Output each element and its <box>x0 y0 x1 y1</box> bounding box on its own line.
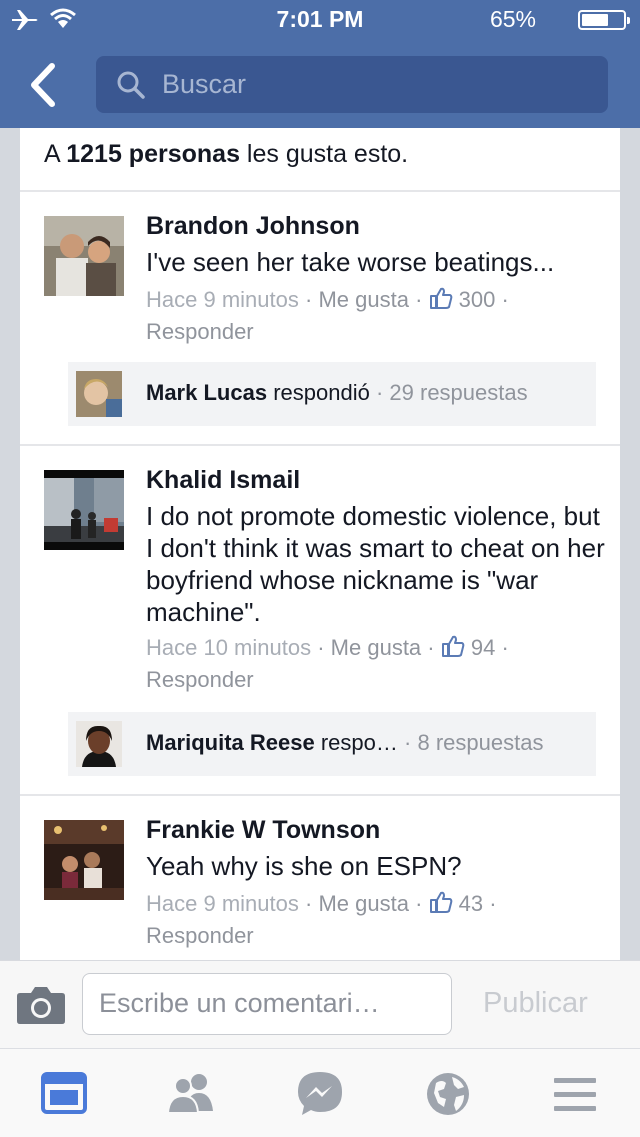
reply-preview[interactable]: Mariquita Reese respo… · 8 respuestas <box>68 712 596 776</box>
comment-meta: Hace 9 minutos · Me gusta · 43 · Respond… <box>146 891 497 948</box>
divider <box>20 794 620 796</box>
top-bar: 7:01 PM 65% Buscar <box>0 0 640 128</box>
reply-author: Mark Lucas <box>146 380 268 405</box>
comment-author[interactable]: Brandon Johnson <box>146 212 360 241</box>
like-count: 94 <box>470 635 496 660</box>
likes-count: 1215 personas <box>66 140 240 168</box>
thumbs-up-icon <box>429 287 453 312</box>
tab-bar <box>0 1048 640 1137</box>
news-feed-icon <box>41 1072 87 1114</box>
reply-preview[interactable]: Mark Lucas respondió · 29 respuestas <box>68 362 596 426</box>
battery-icon <box>578 10 630 30</box>
likes-summary[interactable]: A 1215 personas les gusta esto. <box>44 140 408 169</box>
comment-time: Hace 10 minutos <box>146 635 312 660</box>
reply-button[interactable]: Responder <box>146 923 254 948</box>
camera-button[interactable] <box>16 985 66 1030</box>
comment-text: I do not promote domestic violence, but … <box>146 501 605 627</box>
reply-count: 8 respuestas <box>417 730 544 755</box>
tab-messenger[interactable] <box>292 1067 348 1121</box>
status-time: 7:01 PM <box>276 6 364 32</box>
divider <box>20 190 620 192</box>
like-count: 43 <box>458 891 484 916</box>
like-button[interactable]: Me gusta <box>331 635 422 660</box>
comment-meta: Hace 10 minutos · Me gusta · 94 · Respon… <box>146 635 509 692</box>
status-bar: 7:01 PM 65% <box>0 0 640 40</box>
comment-input-placeholder: Escribe un comentari… <box>99 988 380 1018</box>
avatar[interactable] <box>44 820 124 900</box>
avatar <box>76 721 122 767</box>
tab-news-feed[interactable] <box>36 1067 92 1121</box>
avatar <box>76 371 122 417</box>
comment-meta: Hace 9 minutos · Me gusta · 300 · Respon… <box>146 287 509 344</box>
menu-icon <box>554 1078 596 1111</box>
globe-icon <box>427 1073 469 1115</box>
reply-author: Mariquita Reese <box>146 730 315 755</box>
avatar[interactable] <box>44 216 124 296</box>
thumbs-up-icon <box>441 635 465 660</box>
messenger-icon <box>298 1072 342 1115</box>
friends-icon <box>166 1074 213 1114</box>
back-button[interactable] <box>26 62 66 108</box>
reply-action: respo… <box>320 730 398 755</box>
reply-button[interactable]: Responder <box>146 319 254 344</box>
tab-friends[interactable] <box>163 1067 219 1121</box>
comment-author[interactable]: Frankie W Townson <box>146 816 380 845</box>
publish-button[interactable]: Publicar <box>483 987 588 1020</box>
avatar[interactable] <box>44 470 124 550</box>
comment-text: Yeah why is she on ESPN? <box>146 851 462 881</box>
like-button[interactable]: Me gusta <box>318 287 409 312</box>
camera-icon <box>17 987 65 1024</box>
comment-text: I've seen her take worse beatings... <box>146 247 555 277</box>
like-button[interactable]: Me gusta <box>318 891 409 916</box>
divider <box>20 444 620 446</box>
comment-composer: Escribe un comentari… Publicar <box>0 960 640 1049</box>
search-placeholder: Buscar <box>162 69 247 99</box>
reply-count: 29 respuestas <box>389 380 528 405</box>
chevron-left-icon <box>31 63 55 107</box>
reply-action: respondió <box>273 380 370 405</box>
thumbs-up-icon <box>429 891 453 916</box>
search-input[interactable]: Buscar <box>96 56 608 113</box>
comment-author[interactable]: Khalid Ismail <box>146 466 300 495</box>
comment-time: Hace 9 minutos <box>146 287 299 312</box>
battery-percent: 65% <box>489 6 536 32</box>
reply-button[interactable]: Responder <box>146 667 254 692</box>
comment-time: Hace 9 minutos <box>146 891 299 916</box>
search-icon <box>116 70 146 105</box>
comments-card: A 1215 personas les gusta esto. Brandon … <box>20 128 620 960</box>
like-count: 300 <box>458 287 496 312</box>
tab-more[interactable] <box>548 1067 604 1121</box>
tab-notifications[interactable] <box>420 1067 476 1121</box>
comment-input[interactable]: Escribe un comentari… <box>82 973 452 1035</box>
